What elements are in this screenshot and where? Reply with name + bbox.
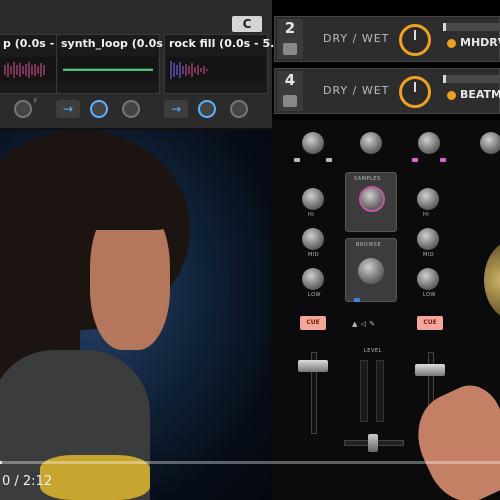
performer-shot bbox=[0, 120, 272, 500]
label-mid-left: MID bbox=[308, 252, 320, 258]
label-browse: BROWSE bbox=[356, 242, 382, 248]
video-frame[interactable]: HI MID LOW SAMPLES BROWSE HI MID LOW CUE… bbox=[0, 0, 500, 500]
effect-name[interactable]: BEATM bbox=[460, 88, 500, 101]
sample-slot-name: synth_loop (0.0s - bbox=[61, 37, 172, 50]
level-knob bbox=[360, 132, 382, 154]
slot-3-play-direction-icon[interactable]: → bbox=[164, 100, 188, 118]
slot-2-filter-knob[interactable] bbox=[122, 100, 140, 118]
hand bbox=[402, 376, 500, 500]
fx-unit-number-text: 2 bbox=[284, 19, 296, 37]
fx-unit-number-text: 4 bbox=[284, 71, 296, 89]
fx-knob-far-right bbox=[480, 132, 500, 154]
fx-unit-4: 4 DRY / WET BEATM bbox=[274, 68, 500, 114]
sample-slot-1[interactable]: p (0.0s - bbox=[0, 34, 64, 94]
label-level: LEVEL bbox=[364, 348, 382, 354]
fx-knob-left bbox=[302, 132, 324, 154]
sample-waveform bbox=[0, 57, 61, 83]
dry-wet-knob[interactable] bbox=[399, 76, 431, 108]
controller-shot: HI MID LOW SAMPLES BROWSE HI MID LOW CUE… bbox=[272, 120, 500, 500]
dry-wet-knob[interactable] bbox=[399, 24, 431, 56]
label-hi-right: HI bbox=[423, 212, 430, 218]
label-samples: SAMPLES bbox=[354, 176, 381, 182]
slot-1-filter-knob[interactable] bbox=[14, 100, 32, 118]
fx-on-indicator[interactable] bbox=[447, 91, 456, 100]
label-low-right: LOW bbox=[423, 292, 436, 298]
deck-letter-badge: C bbox=[232, 16, 262, 32]
video-time-display: 0 / 2:12 bbox=[2, 474, 53, 489]
sample-slot-3[interactable]: rock fill (0.0s - 5.1 bbox=[164, 34, 282, 94]
slot-3-filter-knob[interactable] bbox=[230, 100, 248, 118]
label-mid-right: MID bbox=[423, 252, 435, 258]
sample-waveform bbox=[167, 57, 265, 83]
slot-2-play-direction-icon[interactable]: → bbox=[56, 100, 80, 118]
channel-fader-left bbox=[298, 360, 328, 372]
sampler-panel: C p (0.0s - synth_loop (0.0s - rock fill… bbox=[0, 0, 282, 130]
cue-pad-left: CUE bbox=[300, 316, 326, 330]
fx-parameter-slider[interactable] bbox=[443, 23, 500, 31]
dry-wet-label: DRY / WET bbox=[323, 84, 390, 97]
dry-wet-label: DRY / WET bbox=[323, 32, 390, 45]
fx-knob-right bbox=[418, 132, 440, 154]
channel-fader-right bbox=[415, 364, 445, 376]
label-low-left: LOW bbox=[308, 292, 321, 298]
save-icon[interactable] bbox=[283, 43, 297, 55]
fx-unit-2: 2 DRY / WET MHDRV bbox=[274, 16, 500, 62]
slot-2-volume-knob[interactable] bbox=[90, 100, 108, 118]
sample-slot-2[interactable]: synth_loop (0.0s - bbox=[56, 34, 171, 94]
fx-parameter-slider[interactable] bbox=[443, 75, 500, 83]
jog-wheel bbox=[484, 240, 500, 320]
slot-3-volume-knob[interactable] bbox=[198, 100, 216, 118]
sample-slot-name: rock fill (0.0s - 5.1 bbox=[169, 37, 282, 50]
effect-name[interactable]: MHDRV bbox=[460, 36, 500, 49]
sample-slot-name: p (0.0s - bbox=[3, 37, 55, 50]
sample-waveform bbox=[59, 57, 157, 83]
video-progress-fill bbox=[0, 461, 2, 464]
save-icon[interactable] bbox=[283, 95, 297, 107]
cue-pad-right: CUE bbox=[417, 316, 443, 330]
fx-on-indicator[interactable] bbox=[447, 39, 456, 48]
fx-unit-number: 4 bbox=[277, 71, 303, 111]
label-hi-left: HI bbox=[308, 212, 315, 218]
video-progress-bar[interactable] bbox=[0, 461, 500, 464]
fx-unit-number: 2 bbox=[277, 19, 303, 59]
crossfader bbox=[368, 434, 378, 452]
